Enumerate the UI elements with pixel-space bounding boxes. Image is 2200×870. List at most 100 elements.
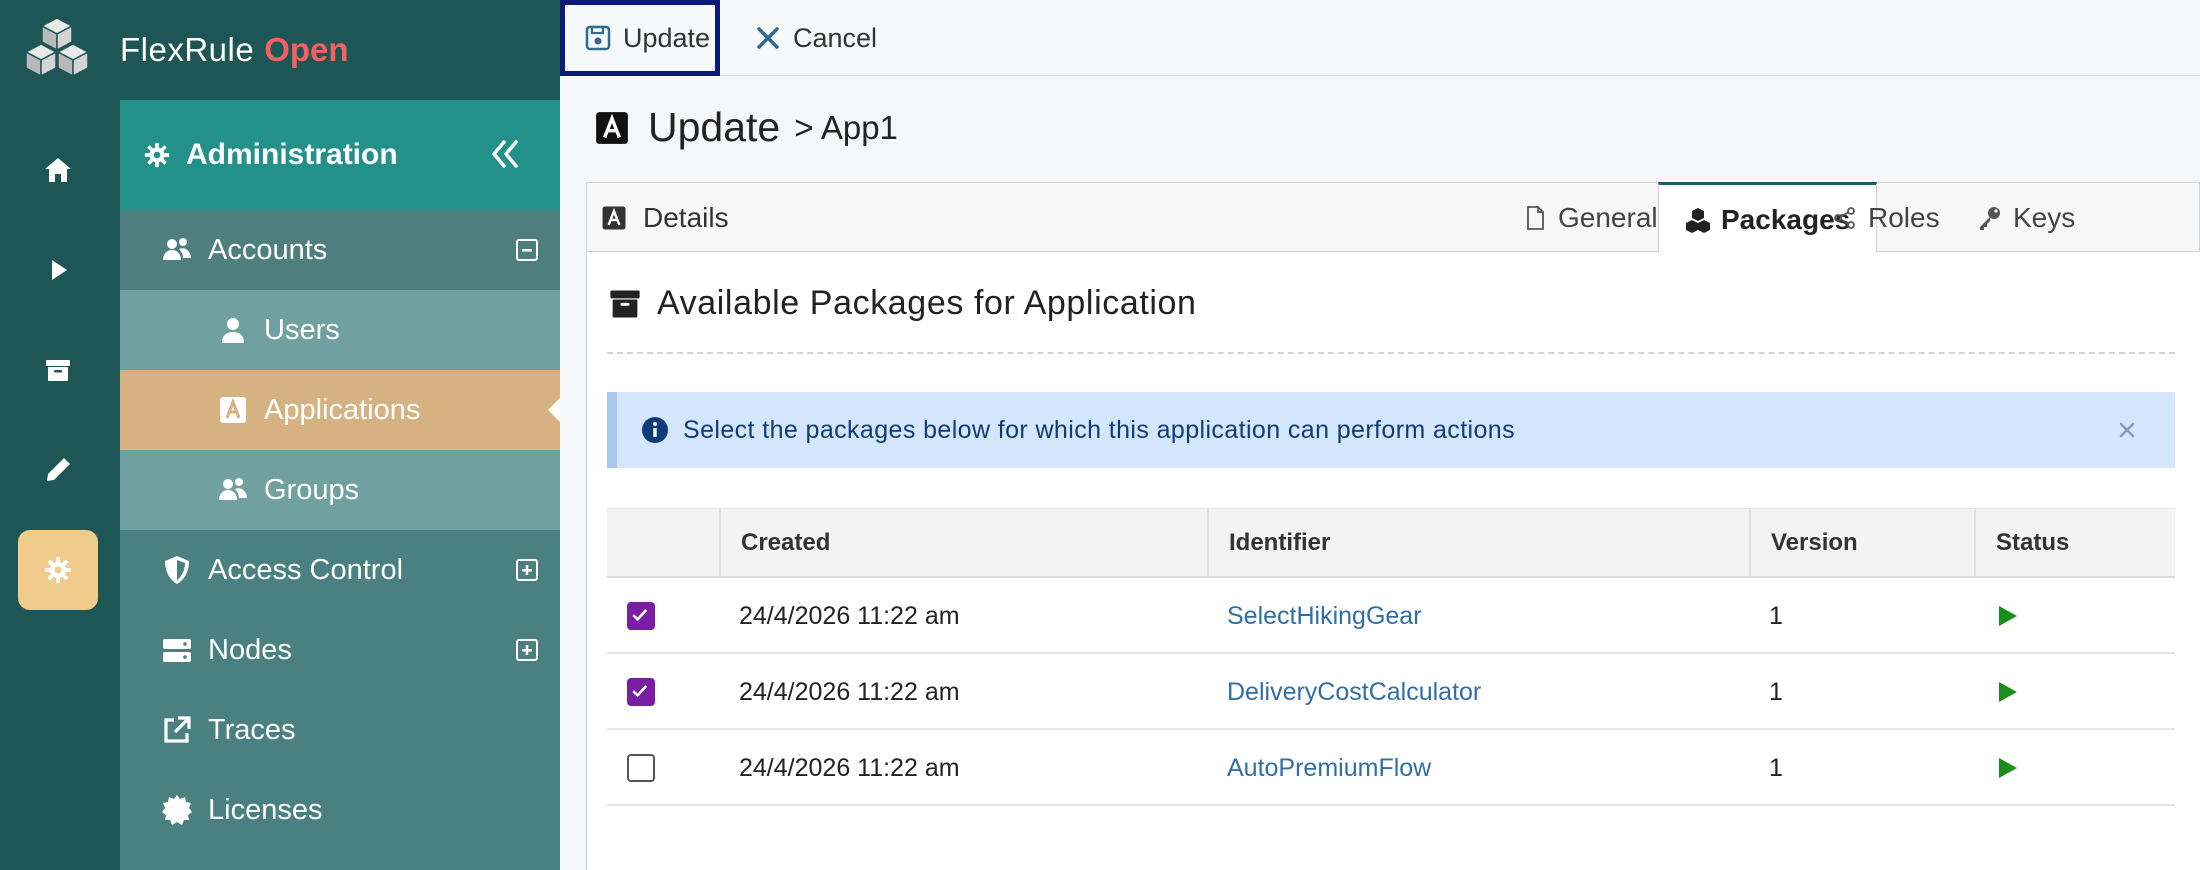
info-icon [642,417,668,443]
administration-header: Administration [120,100,560,210]
column-header-created[interactable]: Created [719,509,1207,577]
panel-title-text: Available Packages for Application [657,284,1197,322]
app-icon [216,393,250,427]
packages-table: Created Identifier Version Status 24/4/2… [607,508,2175,806]
sidebar-item-label: Users [264,313,340,346]
identifier-link[interactable]: AutoPremiumFlow [1207,730,1431,806]
archive-icon [610,290,640,317]
sidebar-item-access-control[interactable]: Access Control [120,530,560,610]
identifier-link[interactable]: SelectHikingGear [1207,578,1422,654]
created-cell: 24/4/2026 11:22 am [739,677,960,706]
created-cell: 24/4/2026 11:22 am [739,753,960,782]
tab-roles[interactable]: Roles [1806,182,1966,253]
gear-icon [45,557,71,583]
sidebar-item-accounts[interactable]: Accounts [120,210,560,290]
sidebar-item-label: Access Control [208,553,404,586]
row-checkbox[interactable] [627,602,655,630]
brand-name: FlexRule [120,31,255,68]
close-icon [757,27,779,49]
rail-edit[interactable] [18,430,98,510]
select-column-header [607,509,719,577]
sidebar-item-groups[interactable]: Groups [120,450,560,530]
cubes-icon [1686,207,1710,233]
toolbar: Update Cancel [560,0,2200,76]
play-icon [52,260,67,280]
column-header-version[interactable]: Version [1749,509,1974,577]
collapse-sidebar-icon[interactable] [484,134,524,174]
tab-keys[interactable]: Keys [1951,182,2101,253]
tab-bar: Details General Packages Roles Keys [586,182,2200,254]
cancel-label: Cancel [793,22,878,53]
version-cell: 1 [1769,601,1783,630]
info-alert: Select the packages below for which this… [607,392,2175,468]
badge-icon [160,793,194,827]
rail-archive[interactable] [18,330,98,410]
sidebar-item-licenses[interactable]: Licenses [120,770,560,850]
gear-icon [144,142,170,168]
row-checkbox[interactable] [627,678,655,706]
brand-accent: Open [264,31,349,68]
sidebar-item-nodes[interactable]: Nodes [120,610,560,690]
sidebar-item-label: Accounts [208,233,328,266]
details-label: Details [643,202,729,233]
main-content: Update > App1 Details General Packages R… [560,76,2200,870]
sidebar-item-applications[interactable]: Applications [120,370,560,450]
administration-label: Administration [186,138,398,171]
sidebar-item-users[interactable]: Users [120,290,560,370]
server-icon [160,633,194,667]
sidebar: Administration Accounts Users Applicatio… [120,100,560,870]
sidebar-item-label: Licenses [208,793,323,826]
column-header-identifier[interactable]: Identifier [1207,509,1749,577]
tab-details-header: Details [601,183,729,253]
page-title: Update > App1 [594,104,898,151]
update-label: Update [623,22,711,53]
cancel-button[interactable]: Cancel [753,0,877,76]
sidebar-item-traces[interactable]: Traces [120,690,560,770]
table-row: 24/4/2026 11:22 am DeliveryCostCalculato… [607,654,2175,730]
tab-label: General [1558,201,1658,233]
shield-icon [160,553,194,587]
expand-toggle-icon[interactable] [514,637,540,663]
version-cell: 1 [1769,753,1783,782]
update-button[interactable]: Update [560,0,720,76]
play-icon[interactable] [1995,680,2019,704]
table-row: 24/4/2026 11:22 am AutoPremiumFlow 1 [607,730,2175,806]
alert-text: Select the packages below for which this… [683,415,1516,444]
close-icon[interactable] [2113,416,2141,444]
created-cell: 24/4/2026 11:22 am [739,601,960,630]
brand-header: FlexRule Open [120,0,560,100]
users-icon [216,473,250,507]
save-icon [585,25,611,51]
sidebar-item-label: Applications [264,393,421,426]
breadcrumb: > App1 [794,108,898,146]
archive-icon [46,360,70,381]
tab-label: Roles [1868,201,1940,233]
sidebar-item-label: Nodes [208,633,292,666]
collapse-toggle-icon[interactable] [514,237,540,263]
home-icon [45,158,71,182]
divider [607,352,2175,354]
rail-settings[interactable] [18,530,98,610]
sidebar-item-label: Traces [208,713,296,746]
tab-general[interactable]: General [1496,182,1684,253]
flexrule-logo-icon [24,17,90,78]
table-header: Created Identifier Version Status [607,508,2175,578]
panel-title: Available Packages for Application [607,284,1197,323]
page-title-text: Update [648,104,781,150]
pencil-icon [47,458,70,481]
column-header-status[interactable]: Status [1974,509,2175,577]
tab-label: Keys [2013,201,2076,233]
key-icon [1980,206,2000,230]
table-row: 24/4/2026 11:22 am SelectHikingGear 1 [607,578,2175,654]
rail-run[interactable] [18,230,98,310]
identifier-link[interactable]: DeliveryCostCalculator [1207,654,1481,730]
play-icon[interactable] [1995,756,2019,780]
row-checkbox[interactable] [627,754,655,782]
rail-home[interactable] [18,130,98,210]
expand-toggle-icon[interactable] [514,557,540,583]
external-link-icon [160,713,194,747]
app-icon [602,206,626,230]
file-icon [1527,205,1544,230]
share-nodes-icon [1834,206,1855,229]
play-icon[interactable] [1995,604,2019,628]
